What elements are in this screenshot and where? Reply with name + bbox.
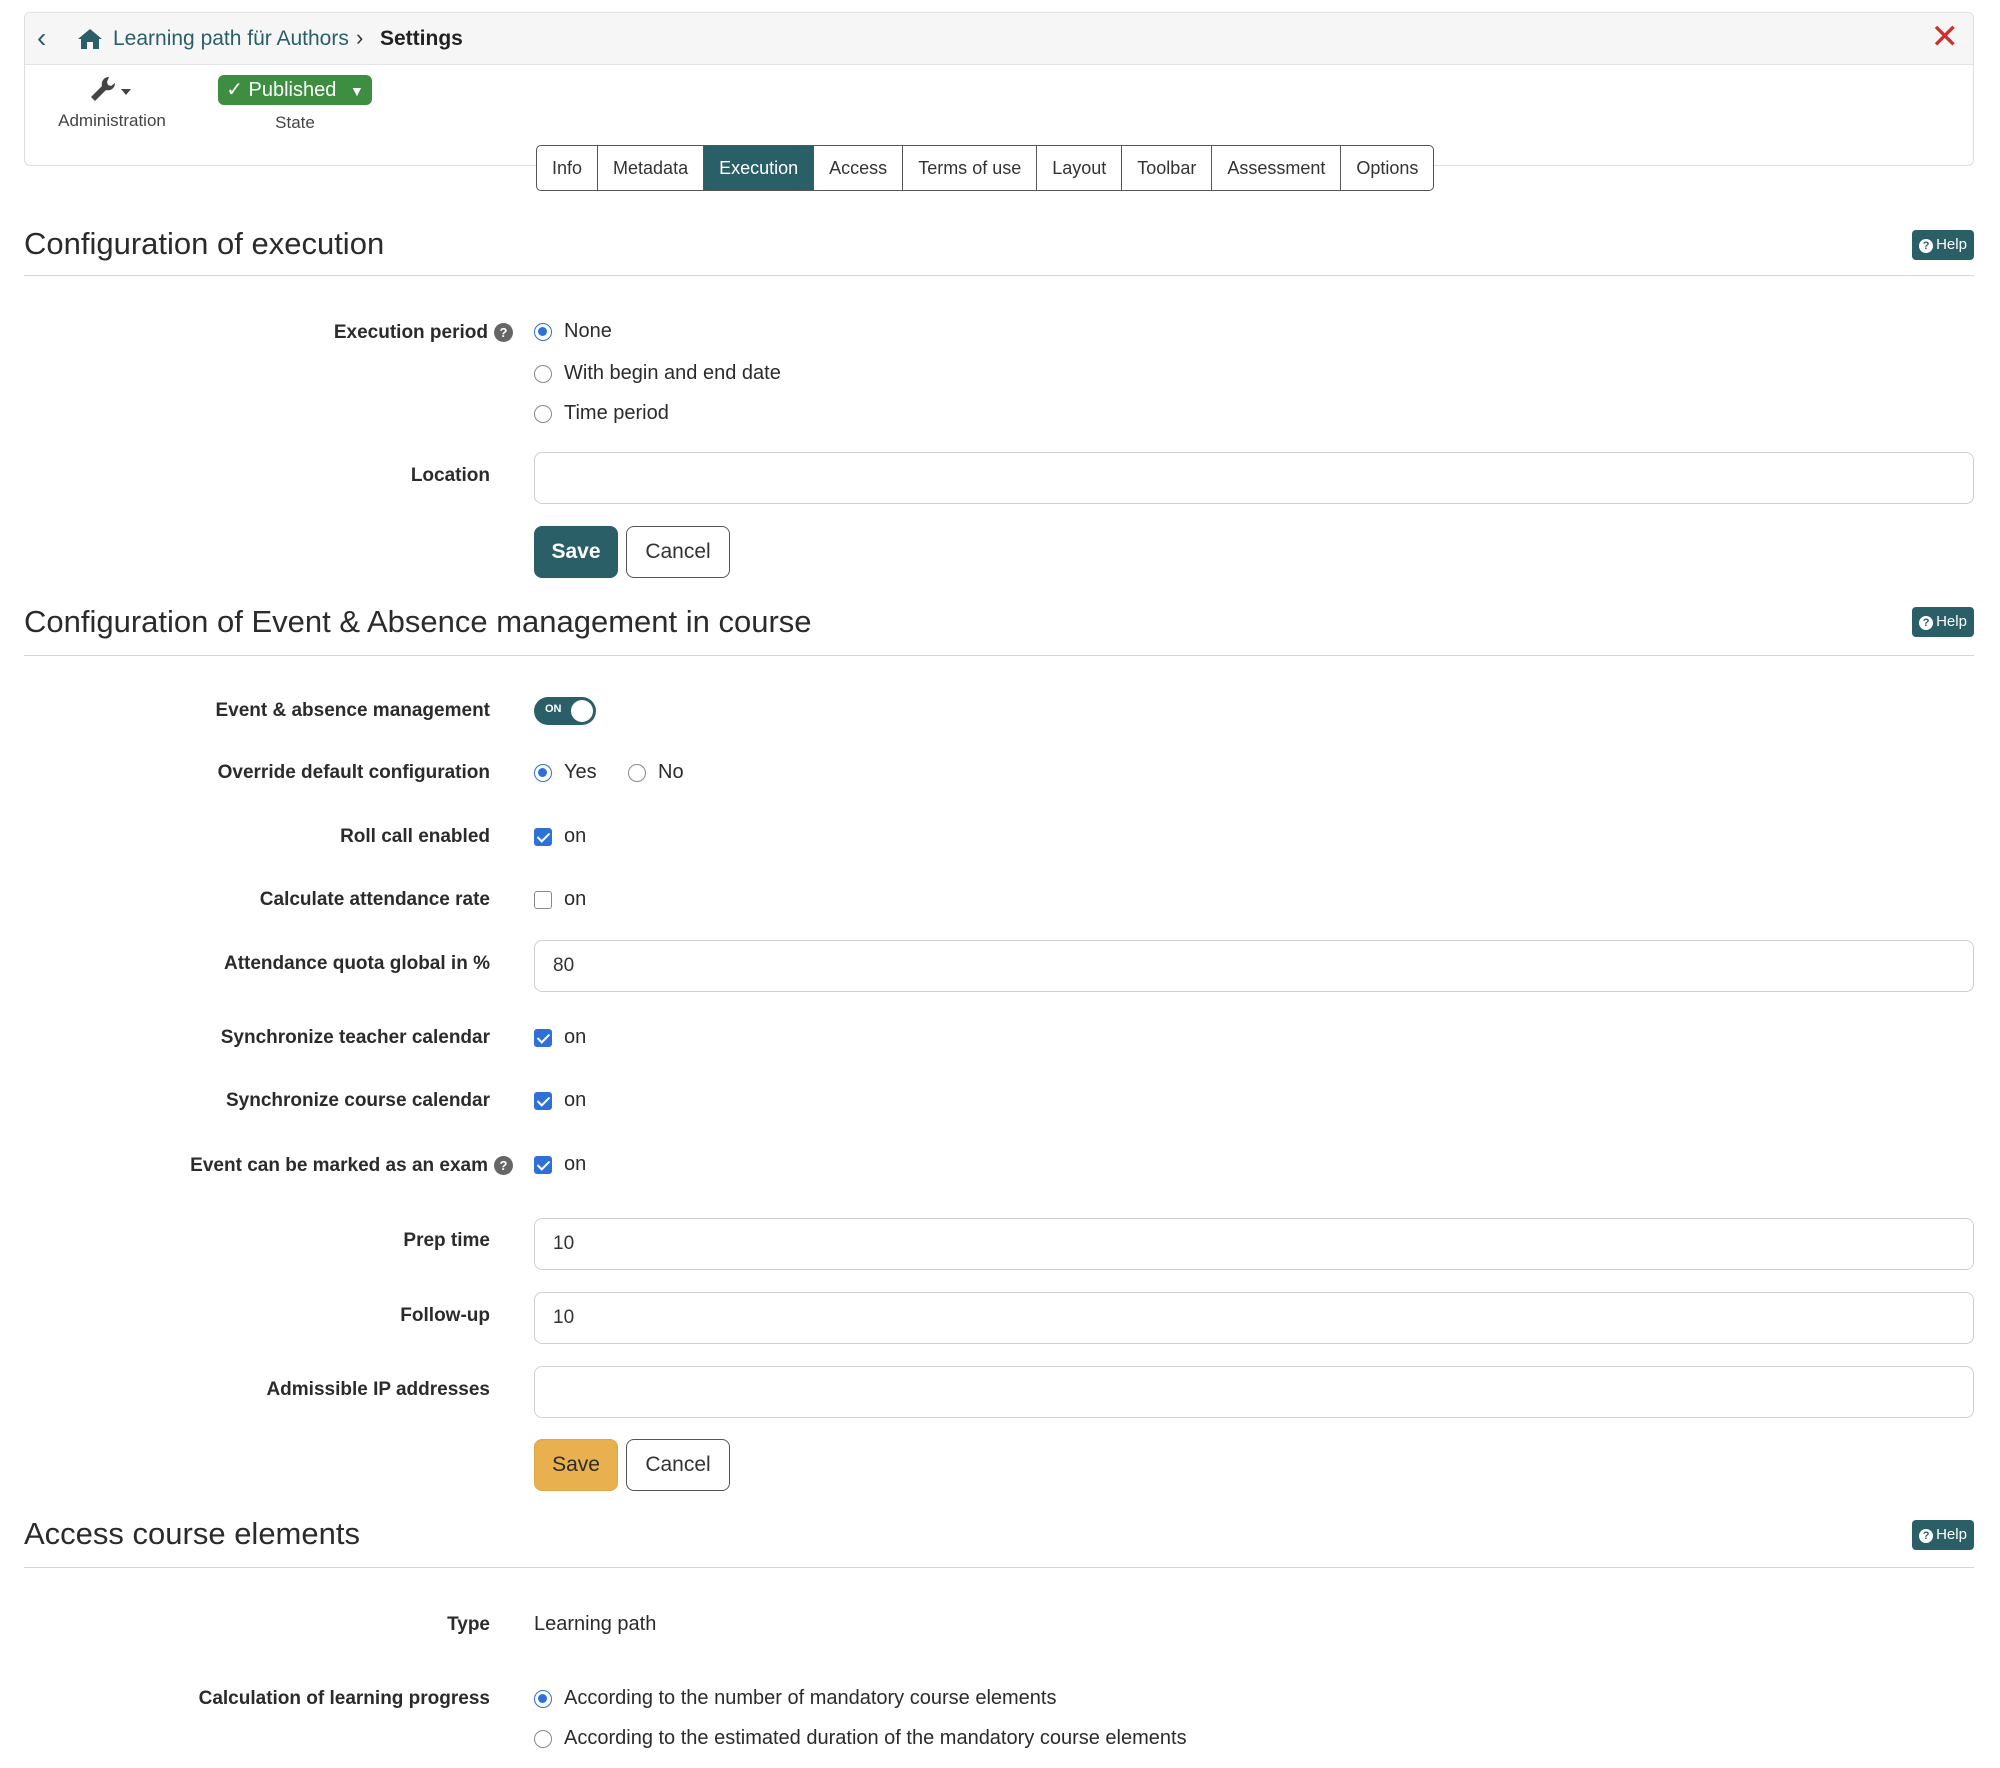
checkbox[interactable] bbox=[534, 1091, 552, 1110]
info-icon[interactable]: ? bbox=[494, 323, 513, 342]
attendance-quota-input[interactable]: 80 bbox=[534, 940, 1974, 992]
event-cancel-button[interactable]: Cancel bbox=[626, 1439, 730, 1491]
attendance-rate-label: Calculate attendance rate bbox=[259, 889, 490, 910]
exam-label: Event can be marked as an exam? bbox=[190, 1155, 513, 1177]
toggle-on-text: ON bbox=[545, 703, 562, 715]
event-section-title: Configuration of Event & Absence managem… bbox=[24, 604, 812, 639]
tab-toolbar[interactable]: Toolbar bbox=[1122, 146, 1213, 190]
wrench-icon bbox=[91, 76, 131, 101]
help-label: Help bbox=[1936, 1526, 1967, 1543]
question-icon: ? bbox=[1919, 616, 1934, 630]
sync-teacher-label: Synchronize teacher calendar bbox=[220, 1027, 490, 1048]
event-save-button[interactable]: Save bbox=[534, 1439, 618, 1491]
checkbox[interactable] bbox=[534, 1028, 552, 1047]
rollcall-label: Roll call enabled bbox=[340, 826, 490, 847]
tab-terms-of-use[interactable]: Terms of use bbox=[903, 146, 1038, 190]
period-option-none[interactable]: None bbox=[534, 320, 612, 343]
home-icon[interactable] bbox=[77, 27, 103, 51]
section-divider bbox=[24, 1567, 1974, 1568]
state-menu[interactable]: ✓ Published ▼ State bbox=[215, 75, 375, 133]
radio-button[interactable] bbox=[628, 763, 646, 782]
location-input[interactable] bbox=[534, 452, 1974, 504]
execution-section-title: Configuration of execution bbox=[24, 226, 385, 261]
progress-option-mandatory-count[interactable]: According to the number of mandatory cou… bbox=[534, 1687, 1056, 1710]
tab-options[interactable]: Options bbox=[1341, 146, 1433, 190]
learning-progress-label: Calculation of learning progress bbox=[198, 1688, 490, 1709]
radio-button[interactable] bbox=[534, 364, 552, 383]
location-label: Location bbox=[410, 465, 490, 486]
question-icon: ? bbox=[1919, 1529, 1934, 1543]
administration-menu[interactable]: Administration bbox=[47, 73, 177, 131]
published-status-badge[interactable]: ✓ Published ▼ bbox=[218, 75, 372, 105]
breadcrumb-course-link[interactable]: Learning path für Authors bbox=[113, 27, 349, 51]
close-icon[interactable]: ✕ bbox=[1931, 19, 1960, 55]
checkbox[interactable] bbox=[534, 1155, 552, 1174]
sync-teacher-checkbox[interactable]: on bbox=[534, 1026, 586, 1049]
execution-save-button[interactable]: Save bbox=[534, 526, 618, 578]
check-icon: ✓ bbox=[226, 79, 243, 101]
help-button[interactable]: ? Help bbox=[1912, 230, 1974, 260]
radio-button[interactable] bbox=[534, 763, 552, 782]
help-label: Help bbox=[1936, 236, 1967, 253]
breadcrumb-current: Settings bbox=[380, 27, 463, 50]
toggle-knob bbox=[571, 700, 593, 722]
ip-addresses-label: Admissible IP addresses bbox=[266, 1379, 490, 1400]
administration-label: Administration bbox=[58, 111, 166, 130]
period-option-dates[interactable]: With begin and end date bbox=[534, 362, 781, 385]
progress-option-estimated-duration[interactable]: According to the estimated duration of t… bbox=[534, 1727, 1187, 1750]
type-label: Type bbox=[447, 1614, 490, 1635]
tab-metadata[interactable]: Metadata bbox=[598, 146, 705, 190]
help-label: Help bbox=[1936, 613, 1967, 630]
access-section-title: Access course elements bbox=[24, 1516, 360, 1551]
execution-period-label: Execution period? bbox=[334, 322, 513, 344]
radio-button[interactable] bbox=[534, 1729, 552, 1748]
tab-info[interactable]: Info bbox=[537, 146, 599, 190]
state-label: State bbox=[275, 113, 315, 132]
tab-access[interactable]: Access bbox=[814, 146, 904, 190]
period-option-time-period[interactable]: Time period bbox=[534, 402, 669, 425]
section-divider bbox=[24, 655, 1974, 656]
prep-time-input[interactable]: 10 bbox=[534, 1218, 1974, 1270]
follow-up-label: Follow-up bbox=[400, 1305, 490, 1326]
event-management-toggle[interactable]: ON bbox=[534, 697, 596, 725]
chevron-left-icon[interactable]: ‹ bbox=[37, 24, 59, 52]
question-icon: ? bbox=[1919, 239, 1934, 253]
help-button[interactable]: ? Help bbox=[1912, 607, 1974, 637]
radio-button[interactable] bbox=[534, 404, 552, 423]
attendance-quota-label: Attendance quota global in % bbox=[223, 953, 490, 974]
course-toolbar-panel: ‹ Learning path für Authors › Settings ✕… bbox=[24, 12, 1974, 166]
info-icon[interactable]: ? bbox=[494, 1156, 513, 1175]
sync-course-checkbox[interactable]: on bbox=[534, 1089, 586, 1112]
prep-time-label: Prep time bbox=[403, 1230, 490, 1251]
ip-addresses-input[interactable] bbox=[534, 1366, 1974, 1418]
override-no-option[interactable]: No bbox=[628, 761, 684, 784]
tab-assessment[interactable]: Assessment bbox=[1212, 146, 1342, 190]
sync-course-label: Synchronize course calendar bbox=[226, 1090, 490, 1111]
radio-button[interactable] bbox=[534, 322, 552, 341]
execution-cancel-button[interactable]: Cancel bbox=[626, 526, 730, 578]
tab-layout[interactable]: Layout bbox=[1037, 146, 1123, 190]
chevron-right-icon: › bbox=[356, 25, 364, 50]
settings-tabs: Info Metadata Execution Access Terms of … bbox=[536, 145, 1435, 191]
section-divider bbox=[24, 275, 1974, 276]
help-button[interactable]: ? Help bbox=[1912, 1520, 1974, 1550]
checkbox[interactable] bbox=[534, 890, 552, 909]
event-management-label: Event & absence management bbox=[215, 700, 490, 721]
exam-checkbox[interactable]: on bbox=[534, 1153, 586, 1176]
type-value: Learning path bbox=[534, 1613, 657, 1635]
radio-button[interactable] bbox=[534, 1689, 552, 1708]
tab-execution[interactable]: Execution bbox=[704, 146, 815, 190]
override-yes-option[interactable]: Yes bbox=[534, 761, 597, 784]
state-value: Published bbox=[248, 79, 337, 101]
rollcall-checkbox[interactable]: on bbox=[534, 825, 586, 848]
caret-down-icon: ▼ bbox=[349, 83, 364, 99]
follow-up-input[interactable]: 10 bbox=[534, 1292, 1974, 1344]
attendance-rate-checkbox[interactable]: on bbox=[534, 888, 586, 911]
breadcrumb: ‹ Learning path für Authors › Settings ✕ bbox=[25, 13, 1973, 65]
checkbox[interactable] bbox=[534, 827, 552, 846]
override-label: Override default configuration bbox=[217, 762, 490, 783]
